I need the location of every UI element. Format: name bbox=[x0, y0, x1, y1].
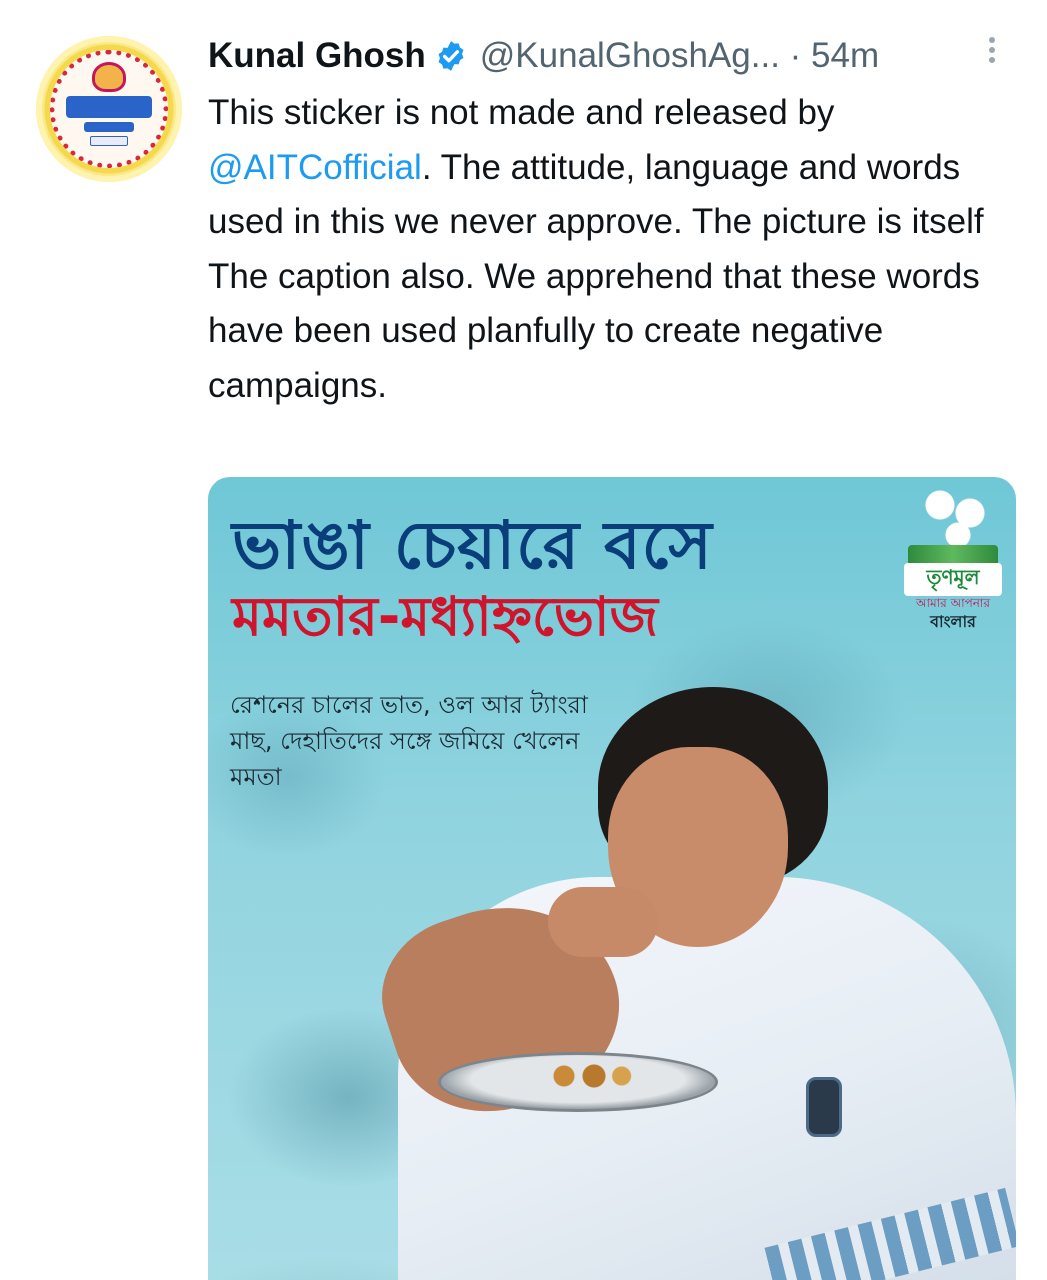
party-logo-name: তৃণমূল bbox=[904, 563, 1002, 596]
avatar-logo-banner-small bbox=[84, 122, 134, 132]
author-avatar[interactable] bbox=[36, 36, 182, 182]
verified-badge-icon bbox=[438, 41, 464, 71]
hand-shape bbox=[548, 887, 658, 957]
tweet-separator: · bbox=[779, 36, 812, 75]
avatar-logo-unesco-tag bbox=[90, 136, 128, 146]
tweet-header: Kunal Ghosh @KunalGhoshAg... · 54m bbox=[208, 34, 879, 78]
flower-logo-icon bbox=[910, 483, 1000, 553]
tweet-timestamp[interactable]: 54m bbox=[811, 36, 879, 76]
wrist-watch bbox=[806, 1077, 842, 1137]
party-logo: তৃণমূল আমার আপনার বাংলার bbox=[900, 483, 1006, 633]
avatar-logo-banner bbox=[66, 96, 152, 118]
media-headline-2: মমতার-মধ্যাহ্নভোজ bbox=[232, 585, 658, 648]
tweet-text-part: This sticker is not made and released by bbox=[208, 93, 835, 132]
food-on-plate bbox=[528, 1063, 648, 1089]
party-logo-tagline-2: বাংলার bbox=[930, 612, 976, 631]
more-options-icon[interactable] bbox=[984, 34, 1000, 68]
mention-link[interactable]: @AITCofficial bbox=[208, 148, 422, 187]
media-subtext: রেশনের চালের ভাত, ওল আর ট্যাংরা মাছ, দেহ… bbox=[230, 691, 588, 791]
tweet-text: This sticker is not made and released by… bbox=[208, 86, 1018, 413]
avatar-logo-emblem bbox=[92, 62, 126, 92]
author-handle[interactable]: @KunalGhoshAg... bbox=[480, 36, 780, 76]
author-name[interactable]: Kunal Ghosh bbox=[208, 36, 426, 76]
tweet-media-image[interactable]: ভাঙা চেয়ারে বসে মমতার-মধ্যাহ্নভোজ রেশনে… bbox=[208, 477, 1016, 1280]
